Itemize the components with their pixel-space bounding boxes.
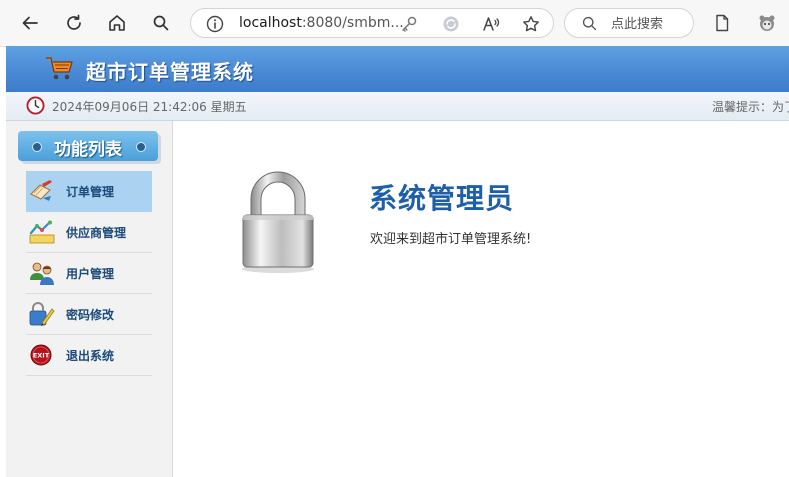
sidebar-item-label: 密码修改	[66, 308, 115, 322]
reading-view-icon	[716, 14, 729, 32]
extension-button[interactable]	[754, 10, 780, 36]
home-icon	[109, 15, 125, 31]
status-bar: 2024年09月06日 21:42:06 星期五 温馨提示：为了	[6, 92, 789, 121]
role-title: 系统管理员	[369, 182, 515, 215]
current-datetime: 2024年09月06日 21:42:06 星期五	[52, 100, 247, 114]
sync-icon[interactable]	[441, 14, 461, 34]
svg-text:EXIT: EXIT	[33, 352, 50, 360]
clock-icon	[26, 96, 45, 115]
sidebar-item-label: 退出系统	[66, 349, 115, 363]
refresh-icon	[67, 14, 81, 30]
sidebar-item-label: 用户管理	[66, 267, 115, 281]
favorite-icon[interactable]	[521, 14, 541, 34]
sidebar-title: 功能列表	[18, 131, 158, 161]
password-icon	[29, 302, 55, 326]
sidebar-item-label: 供应商管理	[66, 226, 127, 240]
url-host: localhost	[239, 15, 302, 31]
address-bar[interactable]: localhost:8080/smbm...	[190, 8, 554, 38]
back-button[interactable]	[17, 10, 43, 36]
main-content: 系统管理员 欢迎来到超市订单管理系统!	[173, 121, 789, 477]
sidebar-item-password[interactable]: 密码修改	[26, 294, 152, 335]
extension-icon	[759, 15, 775, 31]
search-button[interactable]	[148, 10, 174, 36]
welcome-message: 欢迎来到超市订单管理系统!	[370, 232, 532, 247]
key-icon[interactable]	[399, 14, 419, 34]
lock-icon	[242, 171, 314, 273]
info-icon[interactable]	[205, 14, 225, 34]
sidebar-item-suppliers[interactable]: 供应商管理	[26, 212, 152, 253]
back-icon	[22, 16, 38, 30]
browser-toolbar: localhost:8080/smbm...	[0, 0, 789, 47]
url-path: :8080/smbm...	[301, 15, 404, 31]
exit-icon: EXIT	[30, 344, 52, 366]
sidebar-item-exit[interactable]: EXIT 退出系统	[26, 335, 152, 376]
users-icon	[30, 262, 54, 285]
search-icon	[582, 16, 597, 31]
app-header: 超市订单管理系统	[6, 46, 789, 92]
order-icon	[30, 180, 52, 201]
sidebar-item-label: 订单管理	[66, 185, 115, 199]
browser-search-input[interactable]	[609, 13, 693, 35]
tip-text: 温馨提示：为了	[712, 100, 789, 114]
url-text[interactable]: localhost:8080/smbm...	[239, 15, 404, 31]
sidebar-item-orders[interactable]: 订单管理	[26, 171, 152, 212]
read-aloud-icon[interactable]	[481, 14, 501, 34]
cart-icon	[46, 57, 73, 80]
function-menu: 订单管理 供应商管理 用户管理 密码修改 EXIT 退出系统	[26, 171, 152, 376]
refresh-button[interactable]	[61, 10, 87, 36]
supplier-icon	[29, 220, 55, 244]
browser-search-box[interactable]	[564, 8, 694, 38]
search-icon	[153, 15, 169, 31]
home-button[interactable]	[104, 10, 130, 36]
app-title: 超市订单管理系统	[86, 60, 254, 84]
reading-view-button[interactable]	[709, 10, 735, 36]
sidebar-item-users[interactable]: 用户管理	[26, 253, 152, 294]
sidebar: 功能列表 订单管理 供应商管理 用户管理 密码修改 EXIT 退出系统	[6, 121, 173, 477]
dot-icon	[136, 142, 146, 152]
